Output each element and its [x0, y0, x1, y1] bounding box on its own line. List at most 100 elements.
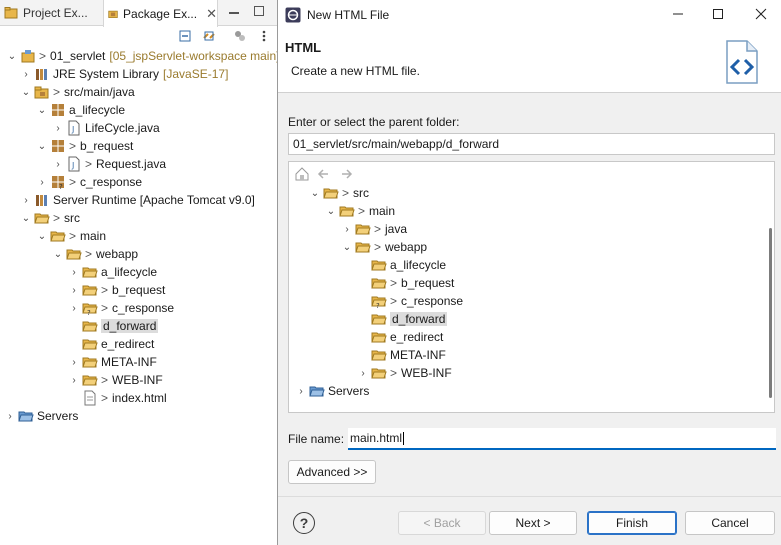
tree-item-web-inf[interactable]: › > WEB-INF: [68, 371, 162, 389]
tab-package-explorer[interactable]: Package Ex... ✕: [103, 0, 218, 27]
help-icon[interactable]: ?: [293, 512, 315, 534]
chevron-down-icon[interactable]: ⌄: [36, 104, 48, 116]
home-icon[interactable]: [294, 166, 310, 182]
minimize-icon[interactable]: [671, 7, 685, 21]
chevron-right-icon[interactable]: ›: [20, 194, 32, 206]
collapse-all-icon[interactable]: [178, 29, 192, 43]
git-indicator: >: [101, 373, 109, 387]
folder-open-icon: [34, 210, 50, 226]
back-button[interactable]: < Back: [398, 511, 486, 535]
chevron-right-icon[interactable]: ›: [68, 302, 80, 314]
forward-arrow-icon[interactable]: [338, 166, 354, 182]
folder-tree[interactable]: ⌄ > src ⌄ > main › > java ⌄ > webapp a_l…: [288, 161, 775, 413]
close-icon[interactable]: ✕: [206, 6, 217, 22]
chevron-right-icon[interactable]: ›: [341, 223, 353, 235]
folder-tree-item-servers[interactable]: › Servers: [295, 382, 369, 400]
tree-item-servers[interactable]: › Servers: [4, 407, 78, 425]
tree-item-package-b-request[interactable]: ⌄ > b_request: [36, 137, 134, 155]
tree-item-webapp[interactable]: ⌄ > webapp: [52, 245, 138, 263]
maximize-icon[interactable]: [711, 7, 725, 21]
tree-item-label: java: [385, 222, 408, 236]
tree-item-b-request-folder[interactable]: › > b_request: [68, 281, 165, 299]
chevron-down-icon[interactable]: ⌄: [309, 187, 321, 199]
tree-item-project[interactable]: ⌄ > 01_servlet [05_jspServlet-workspace …: [6, 47, 277, 65]
chevron-right-icon[interactable]: ›: [295, 385, 307, 397]
dialog-footer: ? < Back Next > Finish Cancel: [278, 496, 781, 545]
chevron-down-icon[interactable]: ⌄: [6, 50, 18, 62]
tree-item-index-html[interactable]: > index.html: [80, 389, 167, 407]
chevron-down-icon[interactable]: ⌄: [341, 241, 353, 253]
folder-tree-item-a-lifecycle[interactable]: a_lifecycle: [369, 256, 446, 274]
git-indicator: >: [69, 229, 77, 243]
tree-item-package-c-response[interactable]: › ? > c_response: [36, 173, 142, 191]
tree-item-label: webapp: [385, 240, 428, 254]
folder-tree-item-main[interactable]: ⌄ > main: [325, 202, 395, 220]
chevron-right-icon[interactable]: ›: [68, 356, 80, 368]
tree-item-package-a-lifecycle[interactable]: ⌄ a_lifecycle: [36, 101, 125, 119]
html-file-icon: [82, 390, 98, 406]
tree-item-label: d_forward: [101, 319, 159, 333]
git-indicator: >: [390, 366, 398, 380]
tree-item-src[interactable]: ⌄ > src: [20, 209, 80, 227]
tree-item-a-lifecycle-folder[interactable]: › a_lifecycle: [68, 263, 157, 281]
folder-tree-item-java[interactable]: › > java: [341, 220, 407, 238]
chevron-down-icon[interactable]: ⌄: [52, 248, 64, 260]
tree-item-label: b_request: [80, 139, 134, 153]
chevron-down-icon[interactable]: ⌄: [325, 205, 337, 217]
folder-open-icon: [323, 185, 339, 201]
tree-item-label: src/main/java: [64, 85, 135, 99]
chevron-right-icon[interactable]: ›: [52, 158, 64, 170]
tree-item-d-forward-folder[interactable]: d_forward: [80, 317, 159, 335]
folder-icon: [82, 264, 98, 280]
tab-project-explorer[interactable]: Project Ex...: [0, 0, 103, 26]
tree-item-c-response-folder[interactable]: › ? > c_response: [68, 299, 174, 317]
package-explorer-icon: [108, 10, 118, 18]
chevron-down-icon[interactable]: ⌄: [36, 140, 48, 152]
finish-button[interactable]: Finish: [587, 511, 677, 535]
tree-item-label: b_request: [401, 276, 455, 290]
close-icon[interactable]: [754, 7, 768, 21]
folder-tree-item-webapp[interactable]: ⌄ > webapp: [341, 238, 427, 256]
folder-tree-item-e-redirect[interactable]: e_redirect: [369, 328, 443, 346]
minimize-view-icon[interactable]: [229, 12, 239, 14]
chevron-right-icon[interactable]: ›: [68, 284, 80, 296]
folder-tree-item-d-forward[interactable]: d_forward: [369, 310, 448, 328]
chevron-right-icon[interactable]: ›: [357, 367, 369, 379]
next-button[interactable]: Next >: [489, 511, 577, 535]
tab-label: Package Ex...: [123, 6, 198, 21]
folder-tree-item-b-request[interactable]: > b_request: [369, 274, 454, 292]
view-menu-icon[interactable]: [257, 29, 271, 43]
chevron-down-icon[interactable]: ⌄: [20, 86, 32, 98]
chevron-down-icon[interactable]: ⌄: [20, 212, 32, 224]
chevron-right-icon[interactable]: ›: [20, 68, 32, 80]
chevron-right-icon[interactable]: ›: [4, 410, 16, 422]
cancel-button[interactable]: Cancel: [685, 511, 775, 535]
advanced-button[interactable]: Advanced >>: [288, 460, 376, 484]
page-title: HTML: [285, 40, 322, 55]
tree-item-src-main-java[interactable]: ⌄ > src/main/java: [20, 83, 135, 101]
maximize-view-icon[interactable]: [254, 6, 264, 16]
tree-item-main[interactable]: ⌄ > main: [36, 227, 106, 245]
tree-scrollbar[interactable]: [769, 228, 772, 398]
chevron-right-icon[interactable]: ›: [68, 266, 80, 278]
tree-item-meta-inf[interactable]: › META-INF: [68, 353, 156, 371]
focus-icon[interactable]: [233, 29, 247, 43]
parent-folder-input[interactable]: 01_servlet/src/main/webapp/d_forward: [288, 133, 775, 155]
chevron-down-icon[interactable]: ⌄: [36, 230, 48, 242]
tree-item-request-java[interactable]: › J > Request.java: [52, 155, 166, 173]
back-arrow-icon[interactable]: [316, 166, 332, 182]
folder-tree-item-meta-inf[interactable]: META-INF: [369, 346, 446, 364]
chevron-right-icon[interactable]: ›: [52, 122, 64, 134]
folder-tree-item-web-inf[interactable]: › > WEB-INF: [357, 364, 451, 382]
chevron-right-icon[interactable]: ›: [36, 176, 48, 188]
link-with-editor-icon[interactable]: [202, 29, 216, 43]
folder-tree-item-c-response[interactable]: ? > c_response: [369, 292, 463, 310]
tree-item-lifecycle-java[interactable]: › J LifeCycle.java: [52, 119, 160, 137]
chevron-right-icon[interactable]: ›: [68, 374, 80, 386]
file-name-input[interactable]: main.html: [348, 428, 776, 450]
project-icon: [20, 48, 36, 64]
tree-item-jre[interactable]: › JRE System Library [JavaSE-17]: [20, 65, 228, 83]
folder-tree-item-src[interactable]: ⌄ > src: [309, 184, 369, 202]
tree-item-server-runtime[interactable]: › Server Runtime [Apache Tomcat v9.0]: [20, 191, 255, 209]
tree-item-e-redirect-folder[interactable]: e_redirect: [80, 335, 154, 353]
